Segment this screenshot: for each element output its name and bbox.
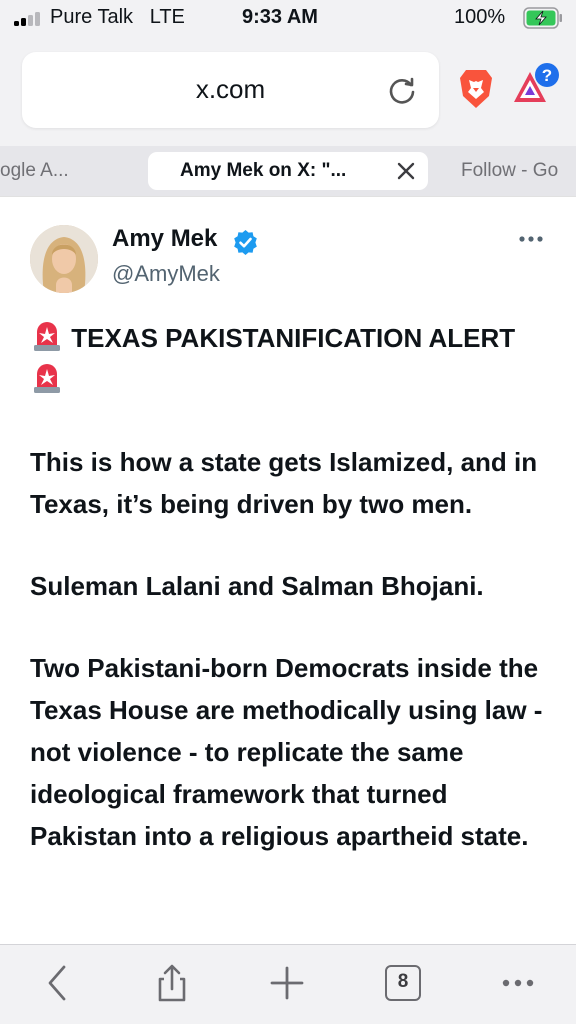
siren-emoji-icon bbox=[34, 322, 60, 351]
signal-strength-icon bbox=[14, 12, 42, 26]
battery-percentage: 100% bbox=[454, 6, 506, 28]
address-bar[interactable]: x.com bbox=[22, 52, 439, 128]
siren-emoji-icon bbox=[34, 364, 60, 393]
carrier-label: Pure Talk LTE bbox=[50, 6, 185, 28]
menu-more-icon[interactable] bbox=[498, 963, 538, 1003]
post-paragraph-1: This is how a state gets Islamized, and … bbox=[30, 447, 538, 519]
network-type: LTE bbox=[149, 6, 185, 28]
back-icon[interactable] bbox=[38, 963, 78, 1003]
post-paragraph-3: Two Pakistani-born Democrats inside the … bbox=[30, 653, 543, 851]
tab-switcher-button[interactable]: 8 bbox=[383, 963, 423, 1003]
tab-count: 8 bbox=[385, 965, 421, 1001]
clock: 9:33 AM bbox=[242, 6, 318, 28]
status-bar: Pure Talk LTE 9:33 AM 100% bbox=[0, 0, 576, 38]
browser-toolbar: 8 bbox=[0, 944, 576, 1024]
post-text: TEXAS PAKISTANIFICATION ALERT This is ho… bbox=[30, 317, 550, 857]
tab-previous[interactable]: ogle A... bbox=[0, 152, 132, 190]
tab-active[interactable]: Amy Mek on X: "... bbox=[148, 152, 428, 190]
close-icon[interactable] bbox=[396, 161, 416, 181]
verified-badge-icon bbox=[234, 230, 257, 255]
new-tab-icon[interactable] bbox=[267, 963, 307, 1003]
headline-text: TEXAS PAKISTANIFICATION ALERT bbox=[71, 323, 516, 353]
avatar[interactable] bbox=[30, 225, 98, 293]
svg-text:?: ? bbox=[542, 66, 552, 85]
tab-active-label: Amy Mek on X: "... bbox=[180, 160, 347, 181]
tab-next[interactable]: Follow - Go bbox=[461, 152, 576, 190]
url-text[interactable]: x.com bbox=[22, 74, 439, 105]
reload-icon[interactable] bbox=[387, 76, 417, 106]
post-paragraph-2: Suleman Lalani and Salman Bhojani. bbox=[30, 571, 484, 601]
tab-strip: ogle A... Amy Mek on X: "... Follow - Go bbox=[0, 146, 576, 196]
author-handle[interactable]: @AmyMek bbox=[112, 261, 220, 287]
more-options-icon[interactable] bbox=[518, 235, 544, 243]
post-view: Amy Mek @AmyMek TEXAS PAKISTANIFICATION … bbox=[0, 196, 576, 944]
share-icon[interactable] bbox=[152, 963, 192, 1003]
brave-rewards-icon[interactable]: ? bbox=[512, 62, 562, 108]
battery-charging-icon bbox=[523, 7, 562, 29]
brave-shields-icon[interactable] bbox=[458, 68, 494, 110]
author-name[interactable]: Amy Mek bbox=[112, 225, 217, 253]
post-headline: TEXAS PAKISTANIFICATION ALERT bbox=[30, 317, 550, 401]
